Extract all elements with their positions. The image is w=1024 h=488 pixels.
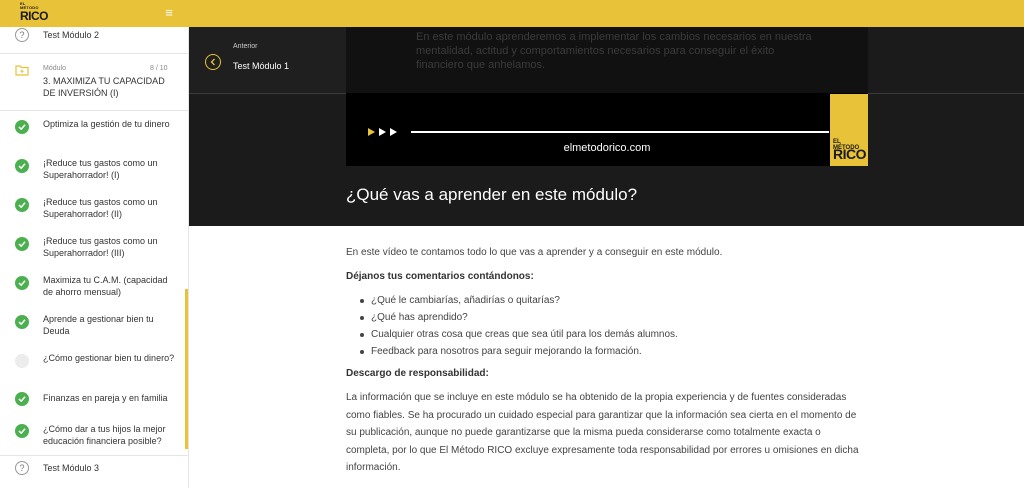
comments-list: ¿Qué le cambiarías, añadirías o quitaría… — [358, 292, 858, 360]
hamburger-icon[interactable]: ≡ — [162, 6, 176, 20]
quiz-icon: ? — [15, 461, 29, 475]
video-logo-big: RICO — [833, 146, 867, 162]
lesson-label: Finanzas en pareja y en familia — [43, 393, 168, 403]
list-item: ¿Qué has aprendido? — [358, 309, 858, 326]
comments-heading: Déjanos tus comentarios contándonos: — [346, 271, 534, 282]
section-heading: ¿Qué vas a aprender en este módulo? — [346, 185, 638, 204]
lesson-label: Aprende a gestionar bien tu Deuda — [43, 314, 154, 336]
lesson-item[interactable]: ¡Reduce tus gastos como un Superahorrado… — [0, 193, 188, 225]
check-icon — [15, 237, 29, 251]
check-icon — [15, 276, 29, 290]
check-icon — [15, 159, 29, 173]
check-icon — [15, 392, 29, 406]
check-icon — [15, 315, 29, 329]
pending-circle-icon — [15, 354, 29, 368]
lesson-item[interactable]: ¡Reduce tus gastos como un Superahorrado… — [0, 154, 188, 186]
list-item: Feedback para nosotros para seguir mejor… — [358, 343, 858, 360]
disclaimer-heading: Descargo de responsabilidad: — [346, 368, 489, 379]
lesson-item[interactable]: ¡Reduce tus gastos como un Superahorrado… — [0, 232, 188, 264]
lesson-item[interactable]: ¿Cómo dar a tus hijos la mejor educación… — [0, 420, 188, 452]
lesson-label: ¡Reduce tus gastos como un Superahorrado… — [43, 197, 158, 219]
video-player[interactable]: En este módulo aprenderemos a implementa… — [346, 27, 868, 166]
sidebar-item-test-bottom[interactable]: ? Test Módulo 3 — [0, 459, 188, 483]
logo[interactable]: EL MÉTODO RICO — [20, 2, 49, 24]
lesson-item[interactable]: Optimiza la gestión de tu dinero — [0, 115, 188, 147]
logo-big-text: RICO — [20, 9, 49, 23]
list-item: Cualquier otras cosa que creas que sea ú… — [358, 326, 858, 343]
video-progress-line[interactable] — [411, 131, 829, 133]
sidebar-item-test-top[interactable]: ? Test Módulo 2 — [0, 27, 188, 51]
lesson-label: Maximiza tu C.A.M. (capacidad de ahorro … — [43, 275, 168, 297]
previous-lesson-link[interactable]: Anterior Test Módulo 1 — [189, 27, 346, 93]
check-icon — [15, 198, 29, 212]
lesson-label: ¿Cómo gestionar bien tu dinero? — [43, 353, 175, 363]
check-icon — [15, 424, 29, 438]
sidebar-item-label: Test Módulo 3 — [43, 463, 100, 473]
lesson-sidebar: ? Test Módulo 2 Módulo 8 / 10 3. MAXIMIZ… — [0, 27, 189, 488]
chevron-left-icon — [205, 54, 221, 70]
video-url: elmetodorico.com — [563, 142, 651, 154]
quiz-icon: ? — [15, 28, 29, 42]
list-item: ¿Qué le cambiarías, añadirías o quitaría… — [358, 292, 858, 309]
lesson-item[interactable]: Finanzas en pareja y en familia — [0, 390, 188, 414]
lesson-label: ¿Cómo dar a tus hijos la mejor educación… — [43, 424, 166, 446]
play-icon[interactable] — [368, 127, 402, 137]
previous-label: Anterior — [233, 43, 258, 50]
check-icon — [15, 120, 29, 134]
lesson-item[interactable]: Maximiza tu C.A.M. (capacidad de ahorro … — [0, 271, 188, 303]
sidebar-scroll-indicator[interactable] — [185, 289, 188, 449]
lesson-label: ¡Reduce tus gastos como un Superahorrado… — [43, 158, 158, 180]
lesson-label: ¡Reduce tus gastos como un Superahorrado… — [43, 236, 158, 258]
disclaimer-paragraph: La información que se incluye en este mó… — [346, 392, 859, 473]
video-overlay-text: En este módulo aprenderemos a implementa… — [416, 31, 812, 71]
video-logo: EL MÉTODO RICO — [830, 94, 868, 166]
previous-title: Test Módulo 1 — [233, 61, 290, 71]
intro-paragraph: En este vídeo te contamos todo lo que va… — [346, 247, 723, 258]
folder-icon — [15, 65, 29, 76]
module-label: Módulo — [43, 65, 66, 72]
module-count: 8 / 10 — [150, 65, 168, 72]
sidebar-item-label: Test Módulo 2 — [43, 30, 100, 40]
module-title: 3. MAXIMIZA TU CAPACIDAD DE INVERSIÓN (I… — [43, 76, 165, 98]
divider — [0, 455, 188, 456]
divider — [0, 110, 188, 111]
lesson-item[interactable]: Aprende a gestionar bien tu Deuda — [0, 310, 188, 342]
top-bar: EL MÉTODO RICO ≡ — [0, 0, 1024, 27]
lesson-label: Optimiza la gestión de tu dinero — [43, 119, 170, 129]
lesson-item-current[interactable]: ¿Cómo gestionar bien tu dinero? — [0, 349, 188, 381]
